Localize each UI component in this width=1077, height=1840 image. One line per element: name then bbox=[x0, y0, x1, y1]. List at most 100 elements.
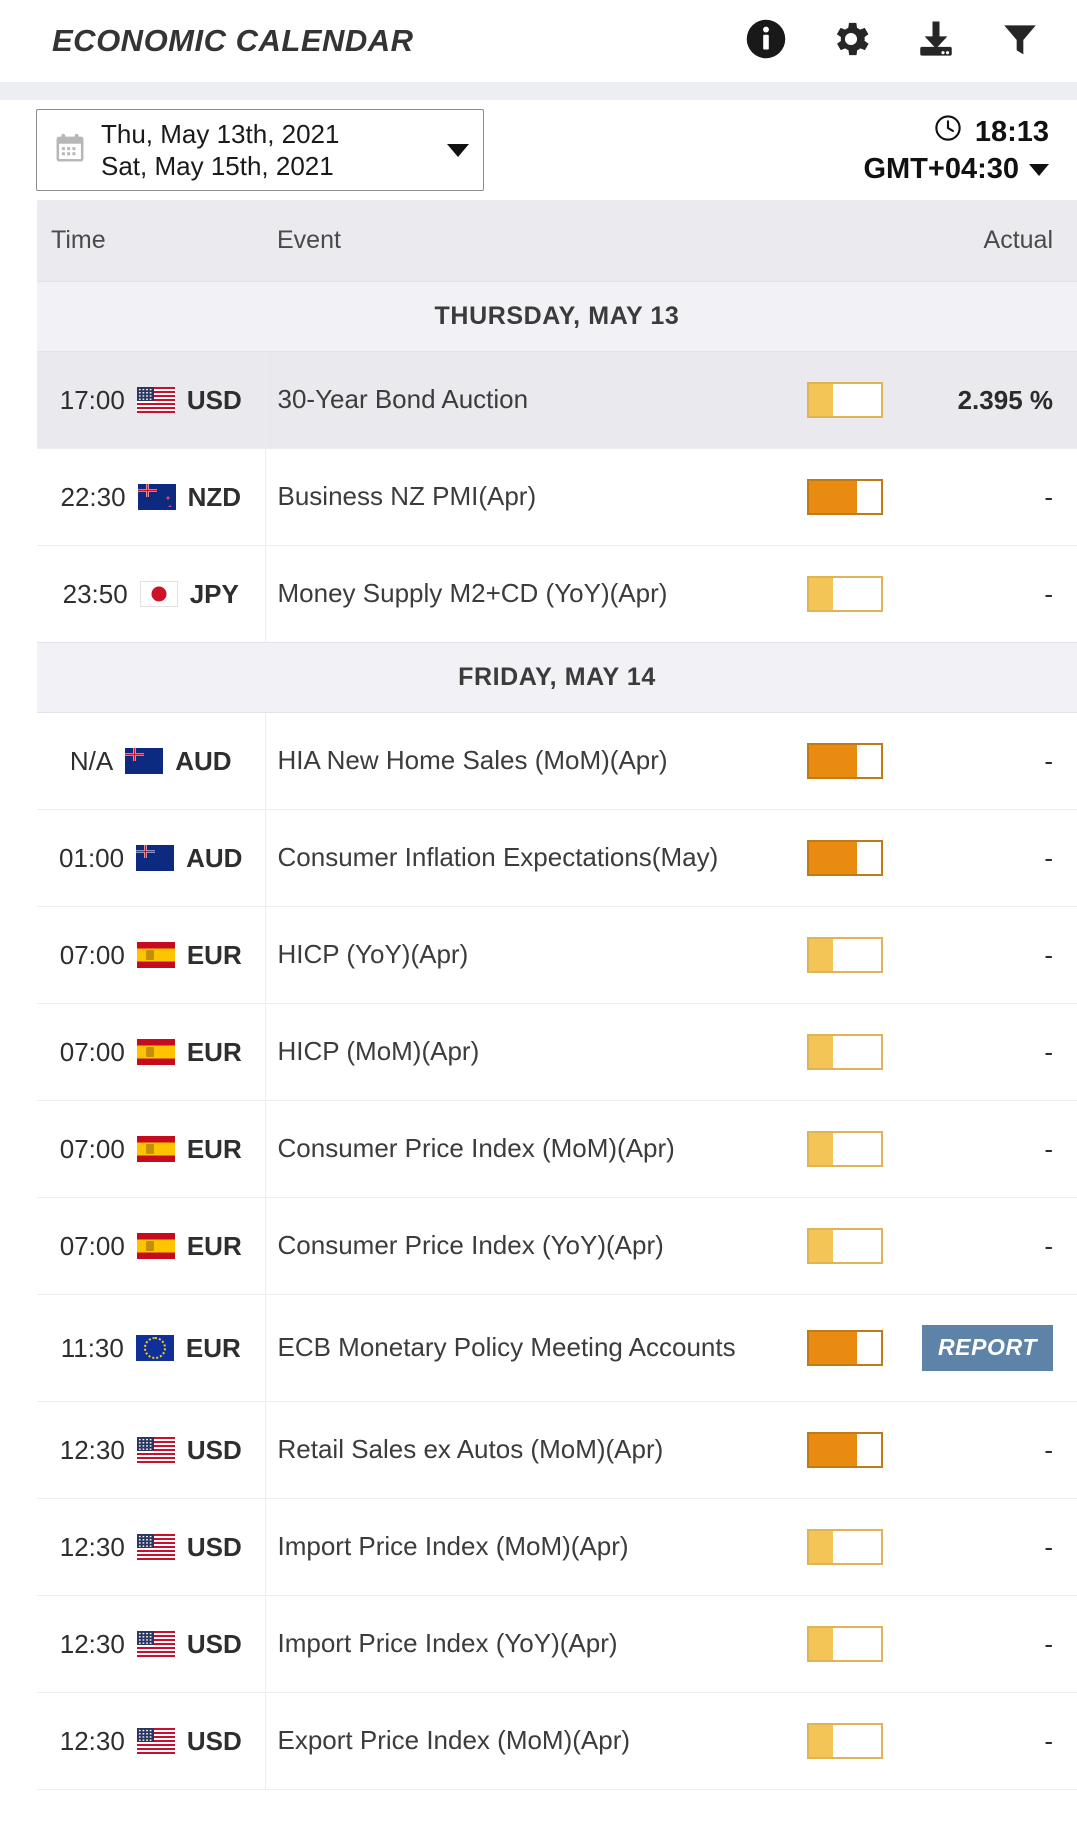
table-row[interactable]: 12:30 USD Export Price Index (MoM)(Apr) - bbox=[37, 1692, 1077, 1790]
table-row[interactable]: 12:30 USD Retail Sales ex Autos (MoM)(Apr)… bbox=[37, 1401, 1077, 1499]
table-row[interactable]: 07:00 EUR Consumer Price Index (YoY)(Apr) - bbox=[37, 1197, 1077, 1295]
event-currency: USD bbox=[186, 384, 242, 415]
event-currency: USD bbox=[186, 1531, 242, 1562]
filter-icon[interactable] bbox=[999, 18, 1041, 65]
table-row[interactable]: 11:30 EUR ECB Monetary Policy Meeting Acco… bbox=[37, 1294, 1077, 1402]
table-row[interactable]: N/A AUD HIA New Home Sales (MoM)(Apr) - bbox=[37, 712, 1077, 810]
download-icon[interactable] bbox=[915, 18, 957, 65]
event-time: 23:50 bbox=[62, 578, 128, 609]
event-time: 11:30 bbox=[60, 1332, 124, 1363]
report-badge[interactable]: REPORT bbox=[921, 1325, 1053, 1371]
economic-calendar-table: Time Event Actual THURSDAY, MAY 13 17:00 U… bbox=[37, 200, 1077, 1790]
calendar-icon bbox=[53, 131, 87, 170]
table-row[interactable]: 12:30 USD Import Price Index (MoM)(Apr) - bbox=[37, 1498, 1077, 1596]
event-name: HICP (YoY)(Apr) bbox=[277, 939, 469, 970]
table-row[interactable]: 07:00 EUR HICP (MoM)(Apr) - bbox=[37, 1003, 1077, 1101]
event-name: Export Price Index (MoM)(Apr) bbox=[277, 1725, 631, 1756]
event-volatility-cell bbox=[775, 1004, 915, 1101]
timezone-value: GMT+04:30 bbox=[863, 153, 1019, 185]
table-row[interactable]: 07:00 EUR Consumer Price Index (MoM)(Apr) - bbox=[37, 1100, 1077, 1198]
economic-calendar-page: ECONOMIC CALENDAR Thu, May 13th, 2021 Sa… bbox=[0, 0, 1077, 1790]
event-actual-value: - bbox=[1044, 578, 1053, 609]
event-name: Business NZ PMI(Apr) bbox=[277, 481, 537, 512]
clock-icon bbox=[933, 113, 963, 152]
column-header-event: Event bbox=[265, 200, 775, 282]
event-actual-value: - bbox=[1044, 1531, 1053, 1562]
event-actual-value: - bbox=[1044, 1628, 1053, 1659]
event-time: 12:30 bbox=[59, 1725, 125, 1756]
flag-icon-us bbox=[136, 387, 175, 413]
flag-icon-eu bbox=[135, 1335, 174, 1361]
event-actual-value: - bbox=[1044, 1230, 1053, 1261]
table-row[interactable]: 17:00 USD 30-Year Bond Auction 2.395 % bbox=[37, 351, 1077, 449]
event-time: 12:30 bbox=[59, 1434, 125, 1465]
event-name: Import Price Index (YoY)(Apr) bbox=[277, 1628, 618, 1659]
event-currency: USD bbox=[186, 1628, 242, 1659]
timezone-block: 18:13 GMT+04:30 bbox=[863, 113, 1049, 188]
event-currency: USD bbox=[186, 1434, 242, 1465]
day-separator-label: FRIDAY, MAY 14 bbox=[37, 642, 1077, 713]
event-currency: JPY bbox=[189, 578, 239, 609]
event-time-cell: 12:30 USD bbox=[37, 1498, 266, 1596]
event-volatility-cell bbox=[775, 1295, 915, 1402]
chevron-down-icon[interactable] bbox=[1029, 163, 1049, 176]
table-row[interactable]: 07:00 EUR HICP (YoY)(Apr) - bbox=[37, 906, 1077, 1004]
column-header-actual: Actual bbox=[915, 200, 1077, 282]
event-time-cell: 07:00 EUR bbox=[37, 906, 266, 1004]
event-volatility-cell bbox=[775, 1693, 915, 1790]
table-row[interactable]: 12:30 USD Import Price Index (YoY)(Apr) - bbox=[37, 1595, 1077, 1693]
event-time-cell: 17:00 USD bbox=[37, 351, 266, 449]
event-actual-cell: REPORT bbox=[915, 1295, 1077, 1402]
volatility-meter bbox=[807, 1626, 883, 1662]
event-volatility-cell bbox=[775, 1596, 915, 1693]
event-actual-value: - bbox=[1044, 745, 1053, 776]
event-time-cell: 22:30 NZD bbox=[37, 448, 266, 546]
event-volatility-cell bbox=[775, 1198, 915, 1295]
event-volatility-cell bbox=[775, 449, 915, 546]
volatility-meter bbox=[807, 1330, 883, 1366]
column-header-volatility bbox=[775, 200, 915, 282]
event-time-cell: N/A AUD bbox=[37, 712, 266, 810]
chevron-down-icon[interactable] bbox=[447, 143, 469, 157]
event-time-cell: 23:50 JPY bbox=[37, 545, 266, 643]
event-currency: EUR bbox=[186, 1036, 242, 1067]
event-actual-value: - bbox=[1044, 1036, 1053, 1067]
event-name: Retail Sales ex Autos (MoM)(Apr) bbox=[277, 1434, 664, 1465]
table-row[interactable]: 01:00 AUD Consumer Inflation Expectations(… bbox=[37, 809, 1077, 907]
event-actual-value: - bbox=[1044, 481, 1053, 512]
event-name: Money Supply M2+CD (YoY)(Apr) bbox=[277, 578, 668, 609]
table-row[interactable]: 23:50 JPY Money Supply M2+CD (YoY)(Apr) - bbox=[37, 545, 1077, 643]
event-time-cell: 01:00 AUD bbox=[37, 809, 266, 907]
event-time-cell: 07:00 EUR bbox=[37, 1100, 266, 1198]
volatility-meter bbox=[807, 479, 883, 515]
event-time: 01:00 bbox=[59, 842, 125, 873]
event-actual-value: - bbox=[1044, 1725, 1053, 1756]
current-time: 18:13 bbox=[863, 113, 1049, 152]
gear-icon[interactable] bbox=[829, 17, 873, 66]
event-name: Consumer Price Index (YoY)(Apr) bbox=[277, 1230, 664, 1261]
flag-icon-us bbox=[136, 1631, 175, 1657]
event-volatility-cell bbox=[775, 351, 915, 449]
info-icon[interactable] bbox=[745, 18, 787, 65]
flag-icon-es bbox=[136, 942, 175, 968]
event-time-cell: 11:30 EUR bbox=[37, 1294, 266, 1402]
app-header: ECONOMIC CALENDAR bbox=[0, 0, 1077, 82]
flag-icon-au bbox=[136, 845, 175, 871]
event-volatility-cell bbox=[775, 1499, 915, 1596]
volatility-meter bbox=[807, 1131, 883, 1167]
event-time-cell: 07:00 EUR bbox=[37, 1003, 266, 1101]
volatility-meter bbox=[807, 576, 883, 612]
event-actual-value: - bbox=[1044, 842, 1053, 873]
event-time: N/A bbox=[69, 745, 114, 776]
table-row[interactable]: 22:30 NZD Business NZ PMI(Apr) - bbox=[37, 448, 1077, 546]
event-name: Consumer Inflation Expectations(May) bbox=[277, 842, 719, 873]
timezone-selector[interactable]: GMT+04:30 bbox=[863, 152, 1049, 187]
event-time-cell: 12:30 USD bbox=[37, 1595, 266, 1693]
event-volatility-cell bbox=[775, 810, 915, 907]
table-body: THURSDAY, MAY 13 17:00 USD 30-Year Bond Auc… bbox=[37, 281, 1077, 1790]
flag-icon-es bbox=[136, 1233, 175, 1259]
flag-icon-es bbox=[136, 1136, 175, 1162]
header-action-icons bbox=[745, 17, 1041, 66]
date-range-selector[interactable]: Thu, May 13th, 2021 Sat, May 15th, 2021 bbox=[36, 109, 484, 191]
event-volatility-cell bbox=[775, 1101, 915, 1198]
